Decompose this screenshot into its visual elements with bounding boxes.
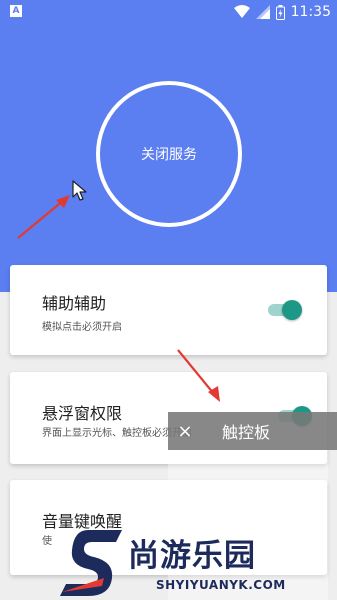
- app-notification-icon: A: [10, 5, 22, 17]
- toggle-thumb: [282, 300, 302, 320]
- card-title: 悬浮窗权限: [42, 404, 123, 423]
- watermark-domain: SHYIYUANYK.COM: [156, 578, 286, 592]
- service-toggle-button[interactable]: 关闭服务: [96, 81, 242, 227]
- annotation-arrow-icon: [177, 349, 220, 402]
- card-title: 辅助辅助: [42, 294, 107, 313]
- card-accessibility: 辅助辅助 模拟点击必须开启: [10, 265, 327, 355]
- logo-s-icon: [60, 530, 122, 596]
- annotation-arrow-icon: [17, 195, 70, 239]
- wifi-icon: [233, 5, 250, 18]
- card-desc: 模拟点击必须开启: [42, 322, 122, 333]
- status-icons: 11:35: [233, 3, 331, 21]
- cursor-pointer-icon: [72, 180, 87, 201]
- close-icon[interactable]: ×: [168, 421, 202, 442]
- status-bar: A 11:35: [0, 0, 337, 24]
- service-label: 关闭服务: [141, 147, 197, 163]
- accessibility-toggle[interactable]: [266, 300, 302, 320]
- battery-icon: [275, 4, 285, 20]
- clock: 11:35: [290, 4, 331, 20]
- watermark-logo: 尚游乐园 SHYIYUANYK.COM: [58, 526, 337, 600]
- watermark-text: 尚游乐园: [128, 538, 256, 574]
- signal-icon: [255, 5, 270, 19]
- card-desc: 使: [42, 536, 52, 547]
- touchpad-panel: × 触控板: [168, 412, 337, 450]
- touchpad-label: 触控板: [222, 423, 271, 442]
